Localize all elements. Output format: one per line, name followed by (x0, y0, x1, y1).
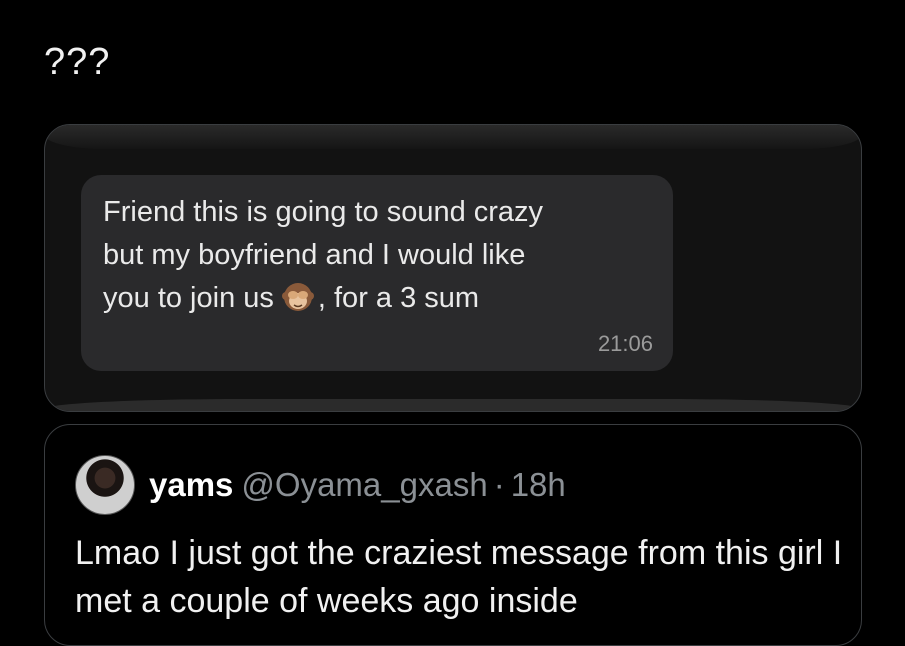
chat-line-1: Friend this is going to sound crazy (103, 196, 544, 228)
tweet-media-screenshot[interactable]: Friend this is going to sound crazy but … (44, 124, 862, 412)
avatar[interactable] (75, 455, 135, 515)
chat-line-3-end: , for a 3 sum (317, 282, 480, 314)
media-top-edge (45, 125, 861, 149)
chat-line-3: you to join us , for a 3 sum (103, 277, 663, 320)
media-bottom-edge (45, 399, 861, 411)
chat-line-2: but my boyfriend and I would like (103, 239, 526, 271)
quoted-user-name[interactable]: yams (149, 466, 233, 503)
tweet-text: ??? (44, 41, 111, 83)
chat-message-time: 21:06 (597, 331, 653, 356)
quoted-user-handle[interactable]: @Oyama_gxash (241, 466, 487, 503)
quoted-tweet-text: Lmao I just got the craziest message fro… (75, 534, 843, 620)
chat-line-3-start: you to join us (103, 282, 274, 314)
chat-message-text: Friend this is going to sound crazy but … (103, 191, 663, 320)
see-no-evil-monkey-icon (281, 283, 314, 311)
quoted-tweet-header: yams @Oyama_gxash · 18h (149, 465, 566, 505)
quoted-tweet-time[interactable]: 18h (511, 466, 566, 503)
chat-message-bubble: Friend this is going to sound crazy but … (81, 175, 673, 371)
header-separator: · (493, 466, 505, 503)
